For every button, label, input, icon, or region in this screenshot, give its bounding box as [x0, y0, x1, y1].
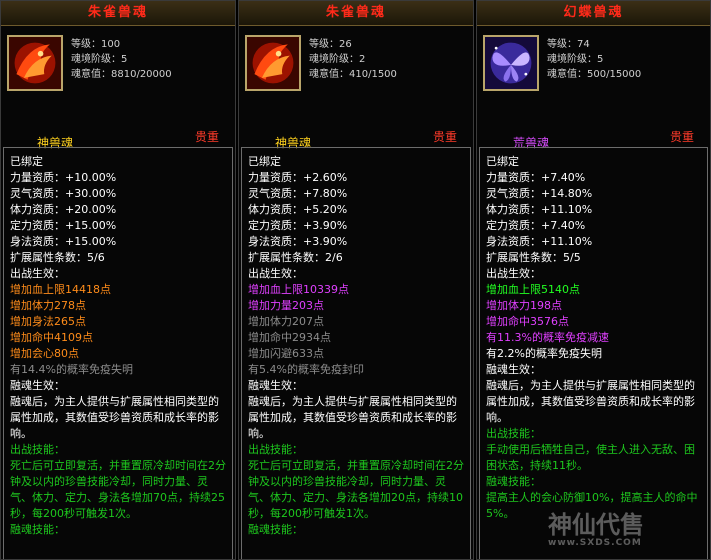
effect-line: 增加会心80点 [10, 347, 79, 360]
effect-line: 增加血上限10339点 [248, 283, 349, 296]
effect-line: 增加血上限14418点 [10, 283, 111, 296]
bound-status: 已绑定 [248, 155, 281, 168]
vermilion-bird-icon[interactable] [7, 35, 63, 91]
effect-line: 增加体力207点 [248, 315, 324, 328]
battle-skill-label: 出战技能： [10, 443, 65, 456]
effect-line: 增加命中2934点 [248, 331, 331, 344]
fuse-effect-label: 融魂生效： [10, 379, 65, 392]
effect-line: 有11.3%的概率免疫减速 [486, 331, 609, 344]
soul-value-stat: 魂意值：410/1500 [309, 69, 397, 80]
level-stat: 等级：74 [547, 39, 590, 50]
attr-strength: 力量资质：+10.00% [10, 171, 117, 184]
soul-value-stat: 魂意值：500/15000 [547, 69, 642, 80]
level-stat: 等级：26 [309, 39, 352, 50]
effect-line: 有2.2%的概率免疫失明 [486, 347, 602, 360]
attr-agility: 身法资质：+3.90% [248, 235, 348, 248]
attr-stamina: 体力资质：+5.20% [248, 203, 348, 216]
fuse-effect-label: 融魂生效： [486, 363, 541, 376]
soul-value-stat: 魂意值：8810/20000 [71, 69, 172, 80]
card-title: 朱雀兽魂 [239, 1, 473, 26]
fuse-effect-text: 融魂后，为主人提供与扩展属性相同类型的属性加成，其数值受珍兽资质和成长率的影响。 [10, 395, 219, 440]
battle-effect-label: 出战生效： [248, 267, 303, 280]
ext-attr-count: 扩展属性条数：5/5 [486, 251, 581, 264]
effect-line: 增加闪避633点 [248, 347, 324, 360]
attr-spirit: 灵气资质：+30.00% [10, 187, 117, 200]
precious-badge: 贵重 [194, 130, 219, 144]
fuse-effect-text: 融魂后，为主人提供与扩展属性相同类型的属性加成，其数值受珍兽资质和成长率的影响。 [486, 379, 695, 424]
soul-card-1: 朱雀兽魂 等级：100 魂境阶级：5 魂意值：8810/20000 神兽魂 贵重… [0, 0, 236, 560]
effect-line: 增加体力278点 [10, 299, 86, 312]
attr-focus: 定力资质：+15.00% [10, 219, 117, 232]
fuse-skill-text: 提高主人的会心防御10%，提高主人的命中5%。 [486, 491, 698, 520]
attr-spirit: 灵气资质：+14.80% [486, 187, 593, 200]
card-title: 朱雀兽魂 [1, 1, 235, 26]
bound-status: 已绑定 [486, 155, 519, 168]
attr-agility: 身法资质：+15.00% [10, 235, 117, 248]
effect-line: 有5.4%的概率免疫封印 [248, 363, 364, 376]
realm-stat: 魂境阶级：5 [71, 54, 128, 65]
vermilion-bird-icon[interactable] [245, 35, 301, 91]
effect-line: 有14.4%的概率免疫失明 [10, 363, 133, 376]
card-title: 幻蝶兽魂 [477, 1, 710, 26]
ext-attr-count: 扩展属性条数：5/6 [10, 251, 105, 264]
attr-stamina: 体力资质：+20.00% [10, 203, 117, 216]
attr-spirit: 灵气资质：+7.80% [248, 187, 348, 200]
battle-effect-label: 出战生效： [10, 267, 65, 280]
attr-stamina: 体力资质：+11.10% [486, 203, 593, 216]
ext-attr-count: 扩展属性条数：2/6 [248, 251, 343, 264]
card-details: 已绑定 力量资质：+10.00% 灵气资质：+30.00% 体力资质：+20.0… [3, 147, 233, 559]
attr-strength: 力量资质：+7.40% [486, 171, 586, 184]
soul-card-2: 朱雀兽魂 等级：26 魂境阶级：2 魂意值：410/1500 神兽魂 贵重 已绑… [238, 0, 474, 560]
attr-agility: 身法资质：+11.10% [486, 235, 593, 248]
realm-stat: 魂境阶级：5 [547, 54, 604, 65]
battle-skill-label: 出战技能： [248, 443, 303, 456]
fuse-skill-label: 融魂技能： [486, 475, 541, 488]
battle-skill-text: 手动使用后牺牲自己，使主人进入无敌、困困状态，持续11秒。 [486, 443, 695, 472]
soul-card-3: 幻蝶兽魂 等级：74 魂境阶级：5 魂意值：500/15000 荒兽魂 贵重 已… [476, 0, 711, 560]
attr-focus: 定力资质：+3.90% [248, 219, 348, 232]
card-details: 已绑定 力量资质：+7.40% 灵气资质：+14.80% 体力资质：+11.10… [479, 147, 708, 559]
bound-status: 已绑定 [10, 155, 43, 168]
fuse-skill-label: 融魂技能： [248, 523, 303, 536]
effect-line: 增加体力198点 [486, 299, 562, 312]
battle-skill-label: 出战技能： [486, 427, 541, 440]
battle-skill-text: 死亡后可立即复活，并重置原冷却时间在2分钟及以内的珍兽技能冷却，同时力量、灵气、… [10, 459, 226, 520]
effect-line: 增加命中3576点 [486, 315, 569, 328]
attr-strength: 力量资质：+2.60% [248, 171, 348, 184]
effect-line: 增加血上限5140点 [486, 283, 580, 296]
attr-focus: 定力资质：+7.40% [486, 219, 586, 232]
card-details: 已绑定 力量资质：+2.60% 灵气资质：+7.80% 体力资质：+5.20% … [241, 147, 471, 559]
precious-badge: 贵重 [432, 130, 457, 144]
effect-line: 增加命中4109点 [10, 331, 93, 344]
realm-stat: 魂境阶级：2 [309, 54, 366, 65]
battle-effect-label: 出战生效： [486, 267, 541, 280]
effect-line: 增加身法265点 [10, 315, 86, 328]
effect-line: 增加力量203点 [248, 299, 324, 312]
level-stat: 等级：100 [71, 39, 121, 50]
butterfly-icon[interactable] [483, 35, 539, 91]
fuse-effect-label: 融魂生效： [248, 379, 303, 392]
precious-badge: 贵重 [669, 130, 694, 144]
fuse-effect-text: 融魂后，为主人提供与扩展属性相同类型的属性加成，其数值受珍兽资质和成长率的影响。 [248, 395, 457, 440]
fuse-skill-label: 融魂技能： [10, 523, 65, 536]
battle-skill-text: 死亡后可立即复活，并重置原冷却时间在2分钟及以内的珍兽技能冷却，同时力量、灵气、… [248, 459, 464, 520]
